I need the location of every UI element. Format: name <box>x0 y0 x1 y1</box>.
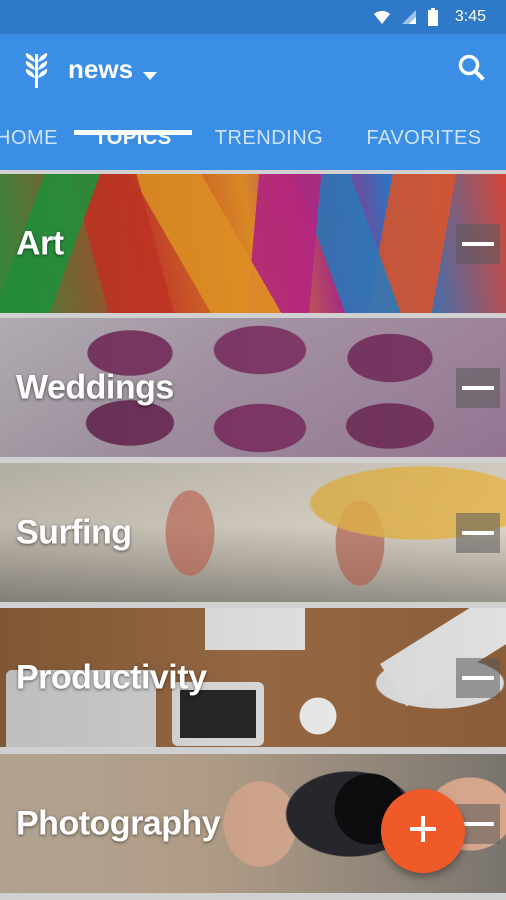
tab-label: FAVORITES <box>366 126 482 149</box>
minus-icon <box>462 241 494 246</box>
tab-favorites[interactable]: FAVORITES <box>350 106 498 170</box>
remove-topic-button[interactable] <box>456 512 500 553</box>
minus-icon <box>462 821 494 826</box>
topic-card-surfing[interactable]: Surfing <box>0 463 506 602</box>
remove-topic-button[interactable] <box>456 367 500 408</box>
minus-icon <box>462 530 494 535</box>
remove-topic-button[interactable] <box>456 657 500 698</box>
chevron-down-icon <box>143 67 158 80</box>
topic-card-art[interactable]: Art <box>0 174 506 313</box>
wheat-logo-icon <box>18 52 54 90</box>
tab-topics[interactable]: TOPICS <box>74 106 192 170</box>
tab-indicator <box>74 130 192 135</box>
signal-icon <box>401 9 417 25</box>
tab-bar: HOME TOPICS TRENDING FAVORITES <box>0 106 506 170</box>
wifi-icon <box>373 9 391 25</box>
edition-selector[interactable]: news <box>68 54 158 85</box>
search-button[interactable] <box>452 50 492 90</box>
tab-home[interactable]: HOME <box>0 106 58 170</box>
topic-label: Photography <box>16 804 221 842</box>
status-time: 3:45 <box>454 8 486 25</box>
minus-icon <box>462 675 494 680</box>
battery-icon <box>427 8 439 26</box>
tab-label: TRENDING <box>214 126 324 149</box>
remove-topic-button[interactable] <box>456 223 500 264</box>
topic-card-weddings[interactable]: Weddings <box>0 318 506 457</box>
add-topic-button[interactable] <box>381 789 465 873</box>
topic-label: Weddings <box>16 368 174 406</box>
search-icon <box>457 53 487 88</box>
app-title: news <box>68 54 134 84</box>
topic-label: Surfing <box>16 513 132 551</box>
toolbar: news <box>0 34 506 106</box>
plus-icon <box>408 814 438 849</box>
topic-card-productivity[interactable]: Productivity <box>0 608 506 747</box>
topic-label: Productivity <box>16 658 207 696</box>
minus-icon <box>462 385 494 390</box>
status-bar: 3:45 <box>0 0 506 34</box>
app-bar: news HOME TOPICS TRENDING FAVORITES <box>0 34 506 170</box>
tab-label: HOME <box>0 126 58 149</box>
tab-trending[interactable]: TRENDING <box>205 106 333 170</box>
topic-label: Art <box>16 224 64 262</box>
